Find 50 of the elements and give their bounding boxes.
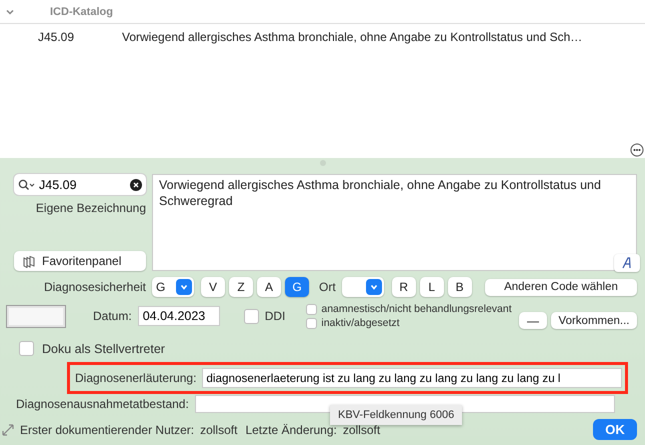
flag-checkbox[interactable]	[306, 304, 318, 314]
resize-icon[interactable]	[2, 424, 14, 436]
status-value: zollsoft	[200, 422, 238, 436]
description-field[interactable]: Vorwiegend allergisches Asthma bronchiale, ohne Angabe zu Kontrollstatus und Schweregrad	[152, 174, 637, 271]
explanation-field[interactable]: diagnosenerlaeterung ist zu lang zu lang zu lang zu lang zu lang zu l	[202, 368, 622, 388]
field-label: Eigene Bezeichnung	[36, 201, 146, 215]
checkbox-label: anamnestisch/nicht behandlungsrelevant	[321, 303, 512, 315]
ddi-checkbox[interactable]	[244, 308, 259, 324]
field-label: Diagnosesicherheit	[44, 280, 146, 294]
search-bar[interactable]: J45.09	[14, 174, 146, 195]
certainty-toggle[interactable]: Z	[229, 277, 253, 297]
checkbox-label: DDI	[264, 309, 286, 323]
chevron-icon	[179, 282, 189, 292]
location-toggle[interactable]: L	[420, 277, 444, 297]
field-label: Datum:	[93, 309, 132, 323]
flag-checkbox[interactable]	[306, 318, 318, 328]
font-icon	[622, 257, 632, 269]
certainty-select[interactable]: G	[152, 277, 194, 297]
clear-icon[interactable]	[130, 178, 142, 190]
location-select[interactable]	[342, 277, 384, 297]
date-field[interactable]: 04.04.2023	[138, 306, 220, 326]
chevron-icon	[368, 282, 379, 292]
stack-icon	[22, 254, 36, 268]
status-value: zollsoft	[342, 422, 380, 436]
search-icon	[18, 178, 36, 190]
table-cell-text: J45.09	[38, 30, 76, 44]
field-label: Diagnosenerläuterung:	[75, 371, 196, 385]
search-field[interactable]: J45.09	[39, 178, 119, 192]
favorites-button[interactable]: Favoritenpanel	[14, 251, 146, 271]
dash-button[interactable]: —	[519, 312, 547, 329]
certainty-toggle[interactable]: G	[285, 277, 309, 297]
location-toggle[interactable]: R	[392, 277, 416, 297]
location-toggle[interactable]: B	[448, 277, 472, 297]
field-label: Diagnosenausnahmetatbestand:	[16, 397, 189, 411]
certainty-toggle[interactable]: V	[201, 277, 225, 297]
checkbox-label: Doku als Stellvertreter	[42, 342, 165, 356]
ok-button[interactable]: OK	[593, 419, 637, 440]
status-label: Erster dokumentierender Nutzer:	[20, 422, 194, 436]
status-label: Letzte Änderung:	[245, 422, 337, 436]
certainty-toggle[interactable]: A	[257, 277, 281, 297]
font-button[interactable]	[614, 254, 640, 272]
other-code-button[interactable]: Anderen Code wählen	[485, 278, 637, 296]
occurrences-button[interactable]: Vorkommen...	[551, 312, 637, 329]
proxy-checkbox[interactable]	[19, 341, 34, 356]
tooltip: KBV-Feldkennung 6006	[330, 405, 462, 425]
field-label: Ort	[319, 280, 336, 294]
color-well[interactable]	[6, 304, 66, 328]
table-cell: Vorwiegend allergisches Asthma bronchiale, ohne Angabe zu Kontrollstatus und Sch…	[122, 30, 582, 44]
checkbox-label: inaktiv/abgesetzt	[321, 317, 400, 329]
more-icon[interactable]	[630, 143, 644, 157]
